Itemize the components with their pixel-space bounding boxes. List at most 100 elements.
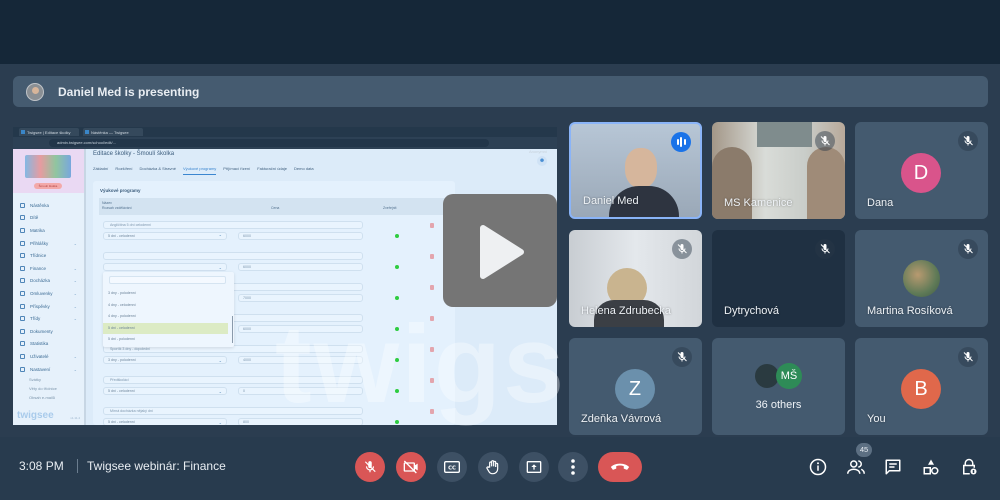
col-visible: Zveřejnit xyxy=(383,206,397,210)
people-icon xyxy=(847,460,865,474)
avatar: D xyxy=(901,153,941,193)
mic-off-icon xyxy=(364,461,376,473)
sidebar-item-label: Třídy xyxy=(30,316,41,322)
chevron-down-icon: ⌄ xyxy=(218,389,222,394)
meeting-time: 3:08 PM xyxy=(19,459,64,473)
published-indicator xyxy=(395,327,399,331)
mic-off-icon xyxy=(815,131,835,151)
chevron-down-icon: ⌄ xyxy=(73,303,77,309)
more-options-button[interactable] xyxy=(558,452,588,482)
chevron-down-icon: ⌄ xyxy=(218,420,222,425)
col-type: Rozsah vzdělávání xyxy=(102,206,132,210)
app-sidebar: Šmoulí školka Nástěnka Dítě Matrika Přihláš… xyxy=(13,149,86,425)
chevron-down-icon: ⌄ xyxy=(73,240,77,246)
sidebar-item: Dokumenty xyxy=(13,325,84,338)
price-field: 6000 xyxy=(238,263,363,271)
sidebar-item: Matrika xyxy=(13,224,84,237)
participant-tile-zdenka[interactable]: Z Zdeňka Vávrová xyxy=(569,338,702,435)
play-button[interactable] xyxy=(443,194,557,307)
participant-name: You xyxy=(867,413,886,425)
sidebar-item-label: Dítě xyxy=(30,215,39,221)
sidebar-item: Třídnice xyxy=(13,249,84,262)
participant-tile-daniel[interactable]: Daniel Med xyxy=(569,122,702,219)
activities-button[interactable] xyxy=(920,456,942,478)
present-screen-button[interactable] xyxy=(519,452,549,482)
more-vert-icon xyxy=(571,459,575,475)
chevron-down-icon: ⌄ xyxy=(73,278,77,284)
brand-logo: twigsee xyxy=(17,410,54,421)
captions-icon: CC xyxy=(444,461,460,473)
price-field: 6000 xyxy=(238,232,363,240)
participant-tile-martina[interactable]: Martina Rosíková xyxy=(855,230,988,327)
sidebar-item: Finance ⌄ xyxy=(13,262,84,275)
people-button[interactable] xyxy=(845,456,867,478)
sidebar-subitem: Obsah e-mailů xyxy=(29,395,56,401)
published-indicator xyxy=(395,234,399,238)
sidebar-item-label: Docházka xyxy=(30,278,51,284)
info-icon xyxy=(809,458,827,476)
hang-up-icon xyxy=(610,463,630,470)
published-indicator xyxy=(395,420,399,424)
participant-tile-dytrychova[interactable]: Dytrychová xyxy=(712,230,845,327)
participant-name: Martina Rosíková xyxy=(867,305,953,317)
avatar: Z xyxy=(615,369,655,409)
price-field: 6000 xyxy=(238,325,363,333)
raise-hand-button[interactable] xyxy=(478,452,508,482)
sidebar-item: Omluvenky ⌄ xyxy=(13,287,84,300)
table-header: Název Rozsah vzdělávání Cena Zveřejnit xyxy=(99,198,454,215)
speaking-icon xyxy=(671,132,691,152)
participant-tile-you[interactable]: B You xyxy=(855,338,988,435)
chat-button[interactable] xyxy=(882,456,904,478)
app-tab: Demo data xyxy=(294,166,314,171)
mic-off-icon xyxy=(672,239,692,259)
activities-icon xyxy=(923,459,939,475)
sidebar-subitem: Věty do třídnice xyxy=(29,386,57,392)
captions-button[interactable]: CC xyxy=(437,452,467,482)
nav-icon xyxy=(20,278,25,284)
meeting-title: Twigsee webinár: Finance xyxy=(87,459,226,473)
trash-icon xyxy=(430,285,434,290)
browser-tab: Twigsee | Editace školky xyxy=(19,128,79,136)
sidebar-item-label: Uživatelé xyxy=(30,353,49,359)
avatar xyxy=(903,260,940,297)
participant-name: MS Kamenice xyxy=(724,197,793,209)
video-feed xyxy=(625,148,657,188)
mic-off-icon xyxy=(958,347,978,367)
dropdown-scrollbar xyxy=(231,316,233,343)
participant-name: Dana xyxy=(867,197,894,209)
participant-tile-dana[interactable]: D Dana xyxy=(855,122,988,219)
published-indicator xyxy=(395,389,399,393)
people-count-badge: 45 xyxy=(856,443,872,457)
version: v1.11.4 xyxy=(70,416,80,420)
meeting-info-button[interactable] xyxy=(807,456,829,478)
nav-icon xyxy=(20,290,25,296)
host-controls-button[interactable] xyxy=(958,456,980,478)
avatar: MŠ xyxy=(776,363,802,389)
nav-icon xyxy=(20,328,25,334)
participant-tile-helena[interactable]: Helena Zdrubecka xyxy=(569,230,702,327)
school-logo-area: Šmoulí školka xyxy=(13,149,84,193)
trash-icon xyxy=(430,378,434,383)
camera-toggle-button[interactable] xyxy=(396,452,426,482)
program-name-field: Předškoláci xyxy=(103,376,363,384)
browser-tab: Nástěnka — Twigsee xyxy=(83,128,143,136)
browser-tabbar: Twigsee | Editace školky Nástěnka — Twig… xyxy=(13,127,557,137)
chevron-down-icon: ⌄ xyxy=(218,358,222,363)
leave-call-button[interactable] xyxy=(598,452,642,482)
page-title: Editace školky - Šmoulí školka xyxy=(93,151,175,157)
mic-toggle-button[interactable] xyxy=(355,452,385,482)
presenting-text: Daniel Med is presenting xyxy=(58,84,200,99)
dropdown-option: 4 dny - celodenní xyxy=(108,302,136,307)
nav-icon xyxy=(20,265,25,271)
participant-tile-others[interactable]: MŠ 36 others xyxy=(712,338,845,435)
section-title: Výukové programy xyxy=(100,188,141,193)
app-tab: Výukové programy xyxy=(182,166,217,175)
type-select: 5 dní - celodenní ⌃ xyxy=(103,232,227,240)
app-tab: Rozšíření xyxy=(115,166,133,171)
trash-icon xyxy=(430,254,434,259)
participant-tile-kamenice[interactable]: MS Kamenice xyxy=(712,122,845,219)
app-tab: Základní xyxy=(93,166,109,171)
presenter-avatar xyxy=(26,82,44,101)
published-indicator xyxy=(395,265,399,269)
app-tab: Fakturační údaje xyxy=(257,166,287,171)
